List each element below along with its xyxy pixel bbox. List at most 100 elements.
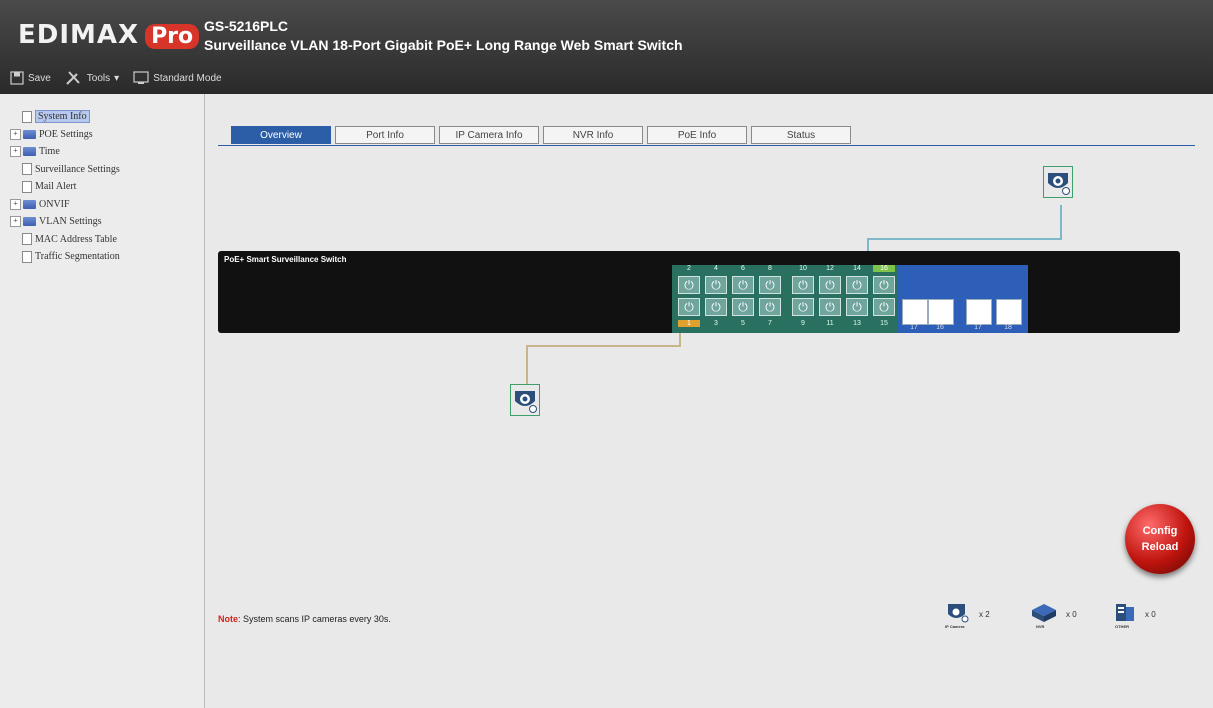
tools-icon (65, 70, 83, 86)
poe-port[interactable]: ⏻ (873, 298, 895, 316)
tab-ip-camera-info[interactable]: IP Camera Info (439, 126, 539, 144)
port-number-active: 1 (678, 320, 700, 327)
sidebar-item-mail-alert[interactable]: Mail Alert (10, 178, 120, 196)
page-icon (22, 110, 32, 123)
expand-icon[interactable]: + (10, 198, 21, 210)
sidebar-item-label: Surveillance Settings (35, 163, 120, 175)
sidebar-item-poe-settings[interactable]: + POE Settings (10, 126, 120, 144)
save-label: Save (28, 72, 51, 84)
sfp-port[interactable] (902, 299, 928, 325)
sidebar-item-traffic-segmentation[interactable]: Traffic Segmentation (10, 248, 120, 266)
port-number: 4 (714, 265, 718, 272)
port-number: 3 (714, 320, 718, 327)
caret-down-icon: ▾ (114, 72, 120, 84)
tab-bar: Overview Port Info IP Camera Info NVR In… (231, 126, 851, 144)
poe-port[interactable]: ⏻ (819, 276, 841, 294)
connection-line (1060, 205, 1062, 239)
port-number-active: 16 (873, 265, 895, 272)
ip-camera-icon[interactable] (510, 384, 540, 416)
ip-camera-count: x 2 (979, 609, 990, 619)
port-number: 6 (741, 265, 745, 272)
page-icon (22, 163, 32, 176)
poe-port[interactable]: ⏻ (678, 276, 700, 294)
sidebar-item-label: MAC Address Table (35, 233, 117, 245)
standard-mode-button[interactable]: Standard Mode (133, 71, 222, 85)
model-name: GS-5216PLC (204, 18, 289, 34)
poe-port[interactable]: ⏻ (678, 298, 700, 316)
tab-nvr-info[interactable]: NVR Info (543, 126, 643, 144)
sidebar-item-surveillance-settings[interactable]: Surveillance Settings (10, 161, 120, 179)
sfp-port-block: 17 16 17 18 (898, 265, 1028, 333)
port-number: 2 (687, 265, 691, 272)
page-icon (22, 180, 32, 193)
tab-poe-info[interactable]: PoE Info (647, 126, 747, 144)
poe-port[interactable]: ⏻ (873, 276, 895, 294)
folder-icon (23, 217, 36, 227)
ip-camera-icon[interactable] (1043, 166, 1073, 198)
poe-port[interactable]: ⏻ (792, 298, 814, 316)
connection-line (679, 332, 681, 346)
toolbar: Save Tools ▾ Standard Mode (10, 70, 222, 86)
poe-port[interactable]: ⏻ (792, 276, 814, 294)
tab-underline (218, 145, 1195, 146)
main-content: Overview Port Info IP Camera Info NVR In… (205, 94, 1213, 708)
sidebar-item-mac-address-table[interactable]: MAC Address Table (10, 231, 120, 249)
tools-menu[interactable]: Tools ▾ (65, 70, 119, 86)
expand-icon[interactable]: + (10, 128, 21, 140)
sfp-port-number: 17 (910, 324, 918, 331)
port-number: 5 (741, 320, 745, 327)
poe-port[interactable]: ⏻ (846, 298, 868, 316)
legend-other: x 0 OTHER (1113, 602, 1156, 629)
product-subtitle: Surveillance VLAN 18-Port Gigabit PoE+ L… (204, 37, 683, 53)
sfp-port[interactable] (996, 299, 1022, 325)
folder-icon (23, 199, 36, 209)
other-device-legend-icon (1113, 602, 1137, 626)
tab-overview[interactable]: Overview (231, 126, 331, 144)
edimax-logo: EDIMAX Pro (18, 20, 200, 50)
poe-port[interactable]: ⏻ (732, 276, 754, 294)
other-count: x 0 (1145, 609, 1156, 619)
sfp-port[interactable] (966, 299, 992, 325)
poe-port[interactable]: ⏻ (732, 298, 754, 316)
expand-icon[interactable]: + (10, 146, 21, 158)
sidebar-item-vlan-settings[interactable]: + VLAN Settings (10, 213, 120, 231)
connection-line (526, 345, 681, 347)
connection-line (526, 345, 528, 385)
sidebar-item-time[interactable]: + Time (10, 143, 120, 161)
connection-line (867, 238, 869, 252)
scan-note: Note: System scans IP cameras every 30s. (218, 614, 391, 624)
sidebar-item-onvif[interactable]: + ONVIF (10, 196, 120, 214)
poe-port[interactable]: ⏻ (705, 276, 727, 294)
app-header: EDIMAX Pro GS-5216PLC Surveillance VLAN 1… (0, 0, 1213, 94)
sidebar-item-system-info[interactable]: System Info (10, 108, 120, 126)
poe-port[interactable]: ⏻ (759, 276, 781, 294)
nav-tree: System Info + POE Settings + Time Surveill… (10, 108, 120, 266)
port-number: 11 (826, 320, 834, 327)
tab-status[interactable]: Status (751, 126, 851, 144)
legend-ip-camera: x 2 IP Camera (945, 602, 990, 629)
sfp-port-number: 18 (1004, 324, 1012, 331)
config-reload-button[interactable]: Config Reload (1125, 504, 1195, 574)
poe-port[interactable]: ⏻ (705, 298, 727, 316)
poe-port[interactable]: ⏻ (819, 298, 841, 316)
port-number: 10 (799, 265, 807, 272)
brand-badge: Pro (145, 24, 200, 49)
switch-panel: PoE+ Smart Surveillance Switch 2 4 6 8 1… (218, 251, 1180, 333)
sidebar-item-label: Time (39, 146, 60, 158)
save-button[interactable]: Save (10, 71, 51, 85)
page-icon (22, 250, 32, 263)
reload-label-line2: Reload (1141, 541, 1179, 553)
poe-port[interactable]: ⏻ (759, 298, 781, 316)
nvr-caption: NVR (1036, 624, 1045, 629)
poe-port[interactable]: ⏻ (846, 276, 868, 294)
folder-icon (23, 147, 36, 157)
port-number: 9 (801, 320, 805, 327)
sidebar-item-label: POE Settings (39, 128, 93, 140)
sidebar-item-label: System Info (35, 110, 90, 124)
sfp-port-number: 16 (936, 324, 944, 331)
sfp-port[interactable] (928, 299, 954, 325)
nvr-count: x 0 (1066, 609, 1077, 619)
expand-icon[interactable]: + (10, 216, 21, 228)
reload-label-line1: Config (1142, 525, 1178, 537)
tab-port-info[interactable]: Port Info (335, 126, 435, 144)
